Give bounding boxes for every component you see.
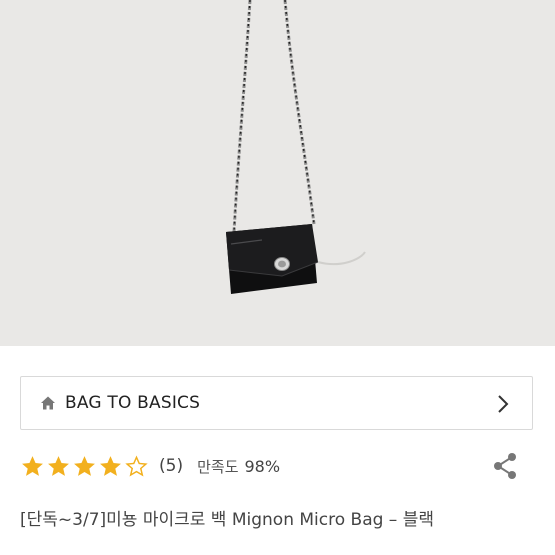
star-full-icon: [48, 455, 69, 476]
satisfaction-label: 만족도: [197, 457, 239, 476]
brand-shop-link[interactable]: BAG TO BASICS: [20, 376, 533, 430]
product-image[interactable]: [0, 0, 555, 346]
star-full-icon: [100, 455, 121, 476]
home-icon: [39, 394, 57, 412]
satisfaction-value: 98%: [244, 456, 281, 476]
product-title: [단독~3/7]미뇽 마이크로 백 Mignon Micro Bag – 블랙: [20, 510, 434, 530]
star-rating: [20, 454, 149, 479]
chevron-right-icon: [496, 392, 510, 416]
rating-row[interactable]: (5) 만족도 98%: [20, 451, 280, 481]
star-full-icon: [22, 455, 43, 476]
star-empty-icon: [125, 455, 148, 477]
brand-name: BAG TO BASICS: [65, 393, 201, 413]
star-full-icon: [74, 455, 95, 476]
review-count[interactable]: (5): [159, 456, 183, 476]
share-icon[interactable]: [491, 451, 519, 481]
bag-illustration: [226, 0, 366, 294]
